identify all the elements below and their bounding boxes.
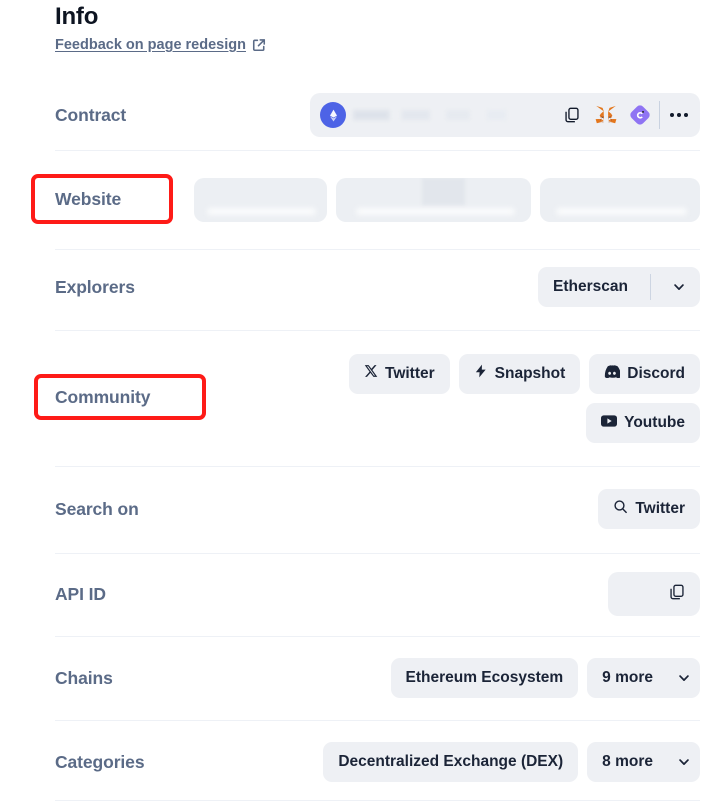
row-label-explorers: Explorers — [55, 276, 135, 297]
row-separator — [55, 249, 700, 250]
row-separator — [55, 636, 700, 637]
discord-icon — [604, 364, 622, 383]
row-community: Community Twitter Snapshot Discord Youtu… — [55, 347, 700, 449]
categories-more-chip[interactable]: 8 more — [587, 742, 700, 782]
row-value-contract — [310, 93, 700, 137]
row-value-api-id — [608, 572, 700, 616]
row-chains: Chains Ethereum Ecosystem 9 more — [55, 656, 700, 700]
row-value-categories: Decentralized Exchange (DEX) 8 more — [323, 742, 700, 782]
row-separator — [55, 553, 700, 554]
row-explorers: Explorers Etherscan — [55, 265, 700, 309]
search-icon — [613, 499, 628, 519]
website-chip[interactable] — [194, 178, 327, 222]
explorer-name: Etherscan — [553, 278, 628, 295]
row-separator — [55, 330, 700, 331]
chains-more-label: 9 more — [602, 669, 653, 686]
categories-more-label: 8 more — [602, 753, 653, 770]
feedback-link[interactable]: Feedback on page redesign — [55, 37, 266, 53]
wallet-icon[interactable] — [623, 98, 657, 132]
contract-address-text — [353, 110, 555, 120]
x-twitter-icon — [364, 364, 378, 383]
row-separator — [55, 466, 700, 467]
page-title: Info — [55, 3, 99, 30]
community-chip-youtube[interactable]: Youtube — [586, 402, 700, 443]
row-label-chains: Chains — [55, 667, 113, 688]
website-chip[interactable] — [336, 178, 531, 222]
community-chip-label: Discord — [627, 364, 685, 382]
search-on-chip-label: Twitter — [635, 500, 685, 517]
row-value-community: Twitter Snapshot Discord Youtube — [230, 353, 700, 443]
chain-chip[interactable]: Ethereum Ecosystem — [390, 658, 579, 698]
row-website: Website — [55, 178, 700, 222]
copy-icon[interactable] — [668, 583, 686, 606]
category-chip[interactable]: Decentralized Exchange (DEX) — [323, 742, 579, 782]
youtube-icon — [601, 414, 618, 432]
row-label-categories: Categories — [55, 751, 145, 772]
external-link-icon — [252, 38, 266, 52]
panel-header: Info Feedback on page redesign — [55, 2, 266, 54]
community-chip-label: Twitter — [385, 364, 435, 382]
chevron-down-icon[interactable] — [668, 742, 700, 782]
row-label-website: Website — [55, 189, 122, 210]
search-on-chip-twitter[interactable]: Twitter — [598, 489, 700, 529]
explorer-dropdown-chip[interactable]: Etherscan — [538, 267, 700, 307]
chevron-down-icon[interactable] — [668, 658, 700, 698]
metamask-fox-icon[interactable] — [589, 98, 623, 132]
api-id-chip[interactable] — [608, 572, 700, 616]
row-api-id: API ID — [55, 572, 700, 616]
divider — [659, 101, 660, 129]
community-chip-label: Snapshot — [494, 364, 566, 382]
contract-address-chip[interactable] — [310, 93, 700, 137]
row-label-api-id: API ID — [55, 583, 106, 604]
row-contract: Contract — [55, 93, 700, 137]
info-panel: Info Feedback on page redesign Contract — [0, 0, 720, 803]
row-label-contract: Contract — [55, 104, 127, 125]
more-options-icon[interactable] — [662, 98, 696, 132]
chevron-down-icon[interactable] — [658, 267, 700, 307]
ethereum-icon — [320, 102, 346, 128]
community-chip-snapshot[interactable]: Snapshot — [458, 353, 581, 394]
divider — [650, 274, 651, 300]
community-chip-twitter[interactable]: Twitter — [349, 353, 450, 394]
row-value-search-on: Twitter — [598, 489, 700, 529]
row-separator — [55, 800, 700, 801]
community-chip-discord[interactable]: Discord — [589, 353, 700, 394]
row-categories: Categories Decentralized Exchange (DEX) … — [55, 740, 700, 784]
row-separator — [55, 150, 700, 151]
row-label-community: Community — [55, 387, 151, 408]
row-value-explorers: Etherscan — [538, 267, 700, 307]
row-value-chains: Ethereum Ecosystem 9 more — [390, 658, 700, 698]
website-chip[interactable] — [540, 178, 700, 222]
row-separator — [55, 720, 700, 721]
copy-icon[interactable] — [555, 98, 589, 132]
chains-more-chip[interactable]: 9 more — [587, 658, 700, 698]
row-value-website — [194, 178, 700, 222]
lightning-bolt-icon — [474, 363, 488, 384]
row-label-search-on: Search on — [55, 498, 139, 519]
row-search-on: Search on Twitter — [55, 487, 700, 531]
community-chip-label: Youtube — [624, 413, 685, 431]
feedback-link-label: Feedback on page redesign — [55, 37, 246, 53]
